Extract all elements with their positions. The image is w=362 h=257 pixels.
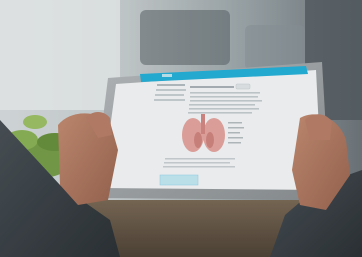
soft-shadow-overlay xyxy=(0,0,362,257)
photo-illustration xyxy=(0,0,362,257)
photo-scene xyxy=(0,0,362,257)
